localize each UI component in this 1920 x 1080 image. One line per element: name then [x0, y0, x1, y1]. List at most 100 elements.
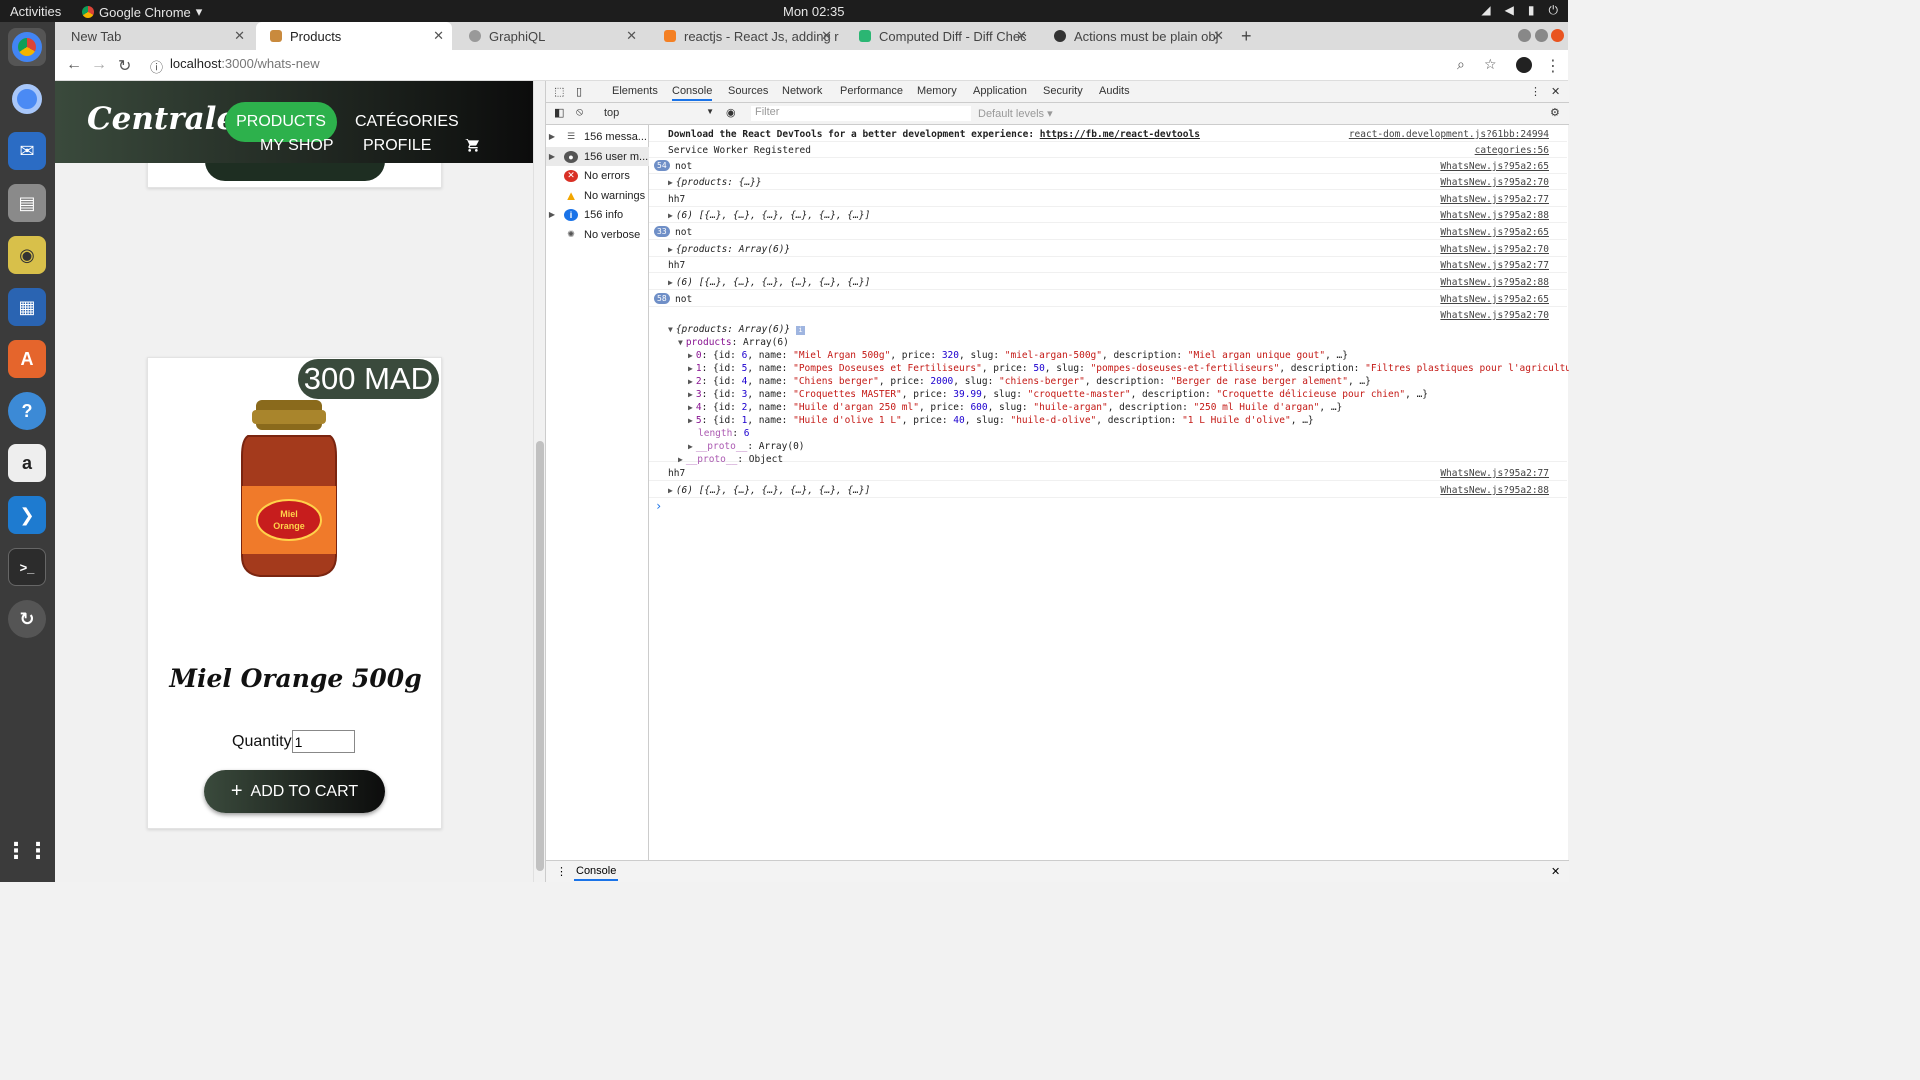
info-icon[interactable]: ⓘ	[150, 57, 163, 76]
sidebar-item-info[interactable]: ▶ i 156 info	[546, 205, 649, 224]
tab-audits[interactable]: Audits	[1099, 85, 1130, 97]
sidebar-item-verbose[interactable]: ✺ No verbose	[546, 225, 649, 244]
system-tray[interactable]: ◢ ◀ ▮ ⏻	[1481, 3, 1558, 18]
sidebar-item-user-messages[interactable]: ▶ ● 156 user m...	[546, 147, 649, 166]
console-prompt[interactable]: ›	[649, 499, 1567, 515]
reload-icon[interactable]: ↻	[118, 56, 131, 76]
tab-stackoverflow[interactable]: reactjs - React Js, adding r ✕	[650, 22, 840, 50]
chromium-icon[interactable]	[8, 80, 46, 118]
drawer-close-icon[interactable]: ✕	[1551, 865, 1560, 878]
close-icon[interactable]: ✕	[234, 28, 245, 44]
files-icon[interactable]: ▤	[8, 184, 46, 222]
context-select[interactable]: top ▼	[604, 107, 714, 119]
source-link[interactable]: categories:56	[1475, 145, 1549, 156]
source-link[interactable]: react-dom.development.js?61bb:24994	[1349, 129, 1549, 140]
array-item-row[interactable]: ▶ 4: {id: 2, name: "Huile d'argan 250 ml"…	[688, 402, 1342, 413]
amazon-icon[interactable]: a	[8, 444, 46, 482]
console-expanded-object[interactable]: WhatsNew.js?95a2:70 ▼ {products: Array(6)…	[649, 307, 1569, 465]
close-icon[interactable]: ✕	[433, 28, 444, 44]
source-link[interactable]: WhatsNew.js?95a2:70	[1440, 244, 1549, 255]
expand-triangle-icon[interactable]: ▶	[688, 377, 693, 386]
help-icon[interactable]: ?	[8, 392, 46, 430]
source-link[interactable]: WhatsNew.js?95a2:65	[1440, 294, 1549, 305]
address-bar[interactable]: localhost:3000/whats-new	[170, 56, 320, 71]
scrollbar-thumb[interactable]	[536, 441, 544, 871]
nav-profile[interactable]: PROFILE	[363, 137, 431, 155]
updater-icon[interactable]: ↻	[8, 600, 46, 638]
close-icon[interactable]: ✕	[1213, 28, 1224, 44]
zoom-icon[interactable]: ⌕	[1457, 56, 1465, 73]
proto-array-row[interactable]: ▶ __proto__: Array(0)	[688, 441, 805, 452]
tab-security[interactable]: Security	[1043, 85, 1083, 97]
source-link[interactable]: WhatsNew.js?95a2:70	[1440, 177, 1549, 188]
source-link[interactable]: WhatsNew.js?95a2:88	[1440, 210, 1549, 221]
tab-network[interactable]: Network	[782, 85, 822, 97]
console-line[interactable]: ▶ {products: {…}} WhatsNew.js?95a2:70	[649, 174, 1567, 190]
add-to-cart-button[interactable]: + ADD TO CART	[204, 770, 385, 813]
drawer-tab-console[interactable]: Console	[574, 865, 619, 881]
expand-triangle-icon[interactable]: ▶	[688, 390, 693, 399]
app-menu[interactable]: Google Chrome ▾	[82, 4, 202, 20]
source-link[interactable]: WhatsNew.js?95a2:70	[1440, 310, 1549, 321]
thunderbird-icon[interactable]: ✉	[8, 132, 46, 170]
expand-triangle-icon[interactable]: ▶	[688, 442, 693, 451]
cart-icon[interactable]	[465, 137, 481, 153]
console-filter-input[interactable]: Filter	[751, 106, 971, 121]
devtools-link[interactable]: https://fb.me/react-devtools	[1040, 129, 1200, 140]
vscode-icon[interactable]: ❯	[8, 496, 46, 534]
inspect-icon[interactable]: ⬚	[554, 85, 564, 98]
expand-triangle-icon[interactable]: ▶	[668, 486, 673, 495]
tab-diffchecker[interactable]: Computed Diff - Diff Chec ✕	[845, 22, 1035, 50]
show-apps-icon[interactable]: ⋮⋮	[5, 832, 49, 870]
clock[interactable]: Mon 02:35	[783, 4, 844, 19]
sidebar-item-errors[interactable]: ✕ No errors	[546, 166, 649, 185]
close-window-button[interactable]	[1551, 29, 1564, 42]
array-item-row[interactable]: ▶ 5: {id: 1, name: "Huile d'olive 1 L", p…	[688, 415, 1314, 426]
array-item-row[interactable]: ▶ 3: {id: 3, name: "Croquettes MASTER", p…	[688, 389, 1428, 400]
forward-icon[interactable]: →	[91, 56, 107, 74]
log-levels-select[interactable]: Default levels ▾	[978, 107, 1053, 120]
source-link[interactable]: WhatsNew.js?95a2:77	[1440, 194, 1549, 205]
settings-gear-icon[interactable]: ⚙	[1550, 106, 1560, 119]
software-center-icon[interactable]: A	[8, 340, 46, 378]
tab-products[interactable]: Products ✕	[256, 22, 452, 50]
tab-graphiql[interactable]: GraphiQL ✕	[455, 22, 645, 50]
tab-github[interactable]: Actions must be plain obj ✕	[1040, 22, 1232, 50]
rhythmbox-icon[interactable]: ◉	[8, 236, 46, 274]
device-toolbar-icon[interactable]: ▯	[576, 85, 582, 98]
terminal-icon[interactable]: >_	[8, 548, 46, 586]
console-line[interactable]: ▶ (6) [{…}, {…}, {…}, {…}, {…}, {…}] Whats…	[649, 207, 1567, 223]
collapse-triangle-icon[interactable]: ▼	[678, 338, 683, 347]
activities-button[interactable]: Activities	[10, 4, 61, 19]
menu-kebab-icon[interactable]: ⋮	[1545, 56, 1561, 76]
back-icon[interactable]: ←	[66, 56, 82, 74]
tab-memory[interactable]: Memory	[917, 85, 957, 97]
writer-icon[interactable]: ▦	[8, 288, 46, 326]
maximize-button[interactable]	[1535, 29, 1548, 42]
close-icon[interactable]: ✕	[626, 28, 637, 44]
array-item-row[interactable]: ▶ 1: {id: 5, name: "Pompes Doseuses et Fe…	[688, 363, 1569, 374]
expand-triangle-icon[interactable]: ▶	[688, 351, 693, 360]
clear-console-icon[interactable]: ⦸	[576, 106, 583, 119]
tab-elements[interactable]: Elements	[612, 85, 658, 97]
quantity-input[interactable]	[291, 730, 355, 753]
minimize-button[interactable]	[1518, 29, 1531, 42]
array-item-row[interactable]: ▶ 0: {id: 6, name: "Miel Argan 500g", pri…	[688, 350, 1348, 361]
array-item-row[interactable]: ▶ 2: {id: 4, name: "Chiens berger", price…	[688, 376, 1371, 387]
source-link[interactable]: WhatsNew.js?95a2:65	[1440, 161, 1549, 172]
expand-triangle-icon[interactable]: ▶	[678, 455, 683, 464]
source-link[interactable]: WhatsNew.js?95a2:88	[1440, 277, 1549, 288]
source-link[interactable]: WhatsNew.js?95a2:88	[1440, 485, 1549, 496]
tab-new-tab[interactable]: New Tab ✕	[57, 22, 253, 50]
tab-sources[interactable]: Sources	[728, 85, 768, 97]
object-head[interactable]: ▼ {products: Array(6)} i	[668, 324, 805, 335]
expand-triangle-icon[interactable]: ▶	[688, 416, 693, 425]
drawer-menu-icon[interactable]: ⋮	[556, 865, 567, 878]
expand-triangle-icon[interactable]: ▶	[668, 245, 673, 254]
expand-triangle-icon[interactable]: ▶	[668, 211, 673, 220]
page-scrollbar[interactable]	[533, 81, 545, 882]
products-array-row[interactable]: ▼ products: Array(6)	[678, 337, 789, 348]
expand-triangle-icon[interactable]: ▶	[668, 278, 673, 287]
source-link[interactable]: WhatsNew.js?95a2:77	[1440, 260, 1549, 271]
sidebar-toggle-icon[interactable]: ◧	[554, 106, 564, 119]
